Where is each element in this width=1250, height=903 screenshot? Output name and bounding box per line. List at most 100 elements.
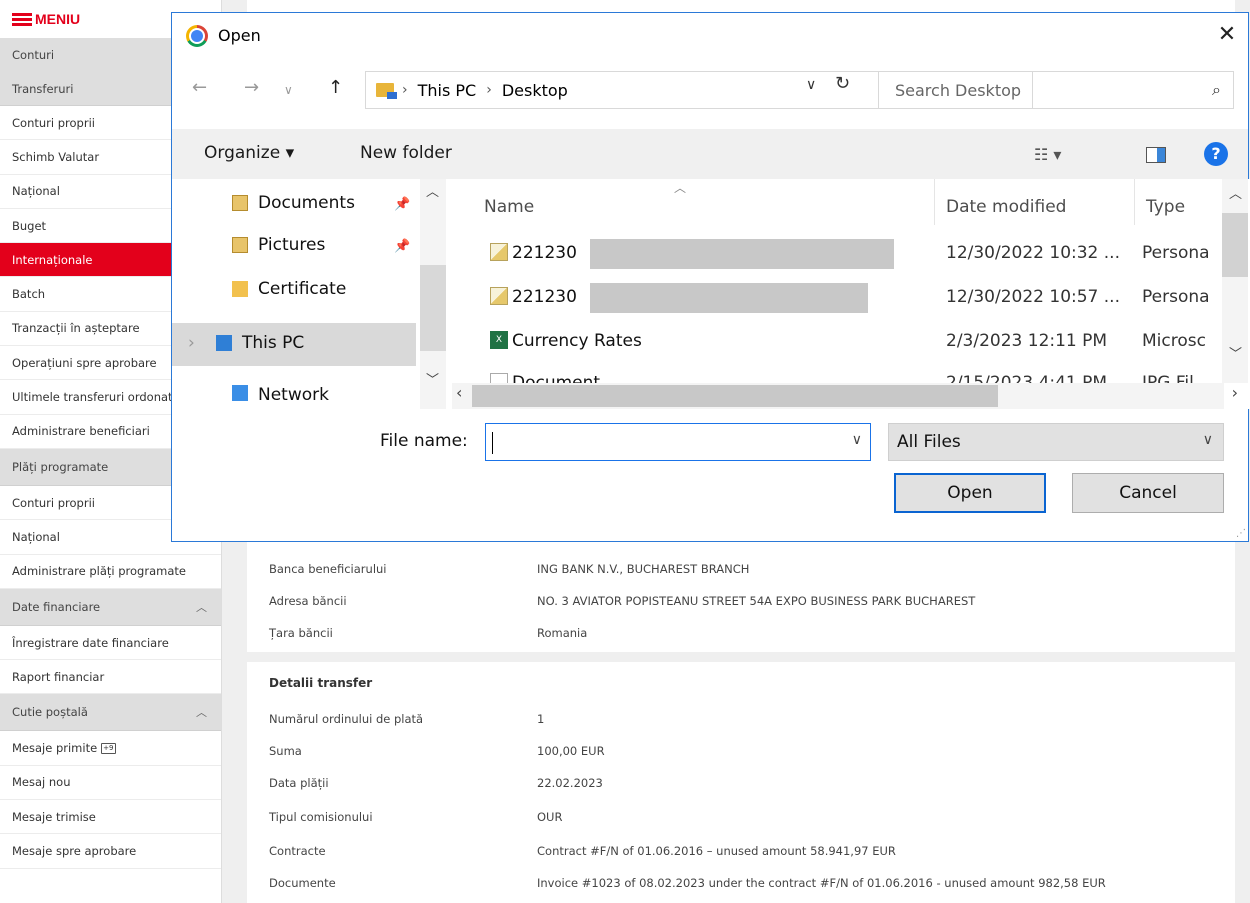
sidebar-item-raport[interactable]: Raport financiar [0,660,221,695]
detail-row: Data plății 22.02.2023 [269,776,603,790]
envelope-icon [490,243,508,261]
column-header-name[interactable]: Name [484,197,534,217]
nav-pane-scroll-thumb[interactable] [420,265,446,351]
view-options-icon[interactable]: ☷ ▾ [1034,145,1061,164]
documents-icon [232,195,248,211]
sidebar-item-mesaje-aprobare[interactable]: Mesaje spre aprobare [0,834,221,869]
file-list-scroll-thumb[interactable] [1222,213,1248,277]
search-input[interactable]: Search Desktop [895,81,1021,100]
dialog-title: Open [218,26,261,45]
transfer-details-card: Detalii transfer Numărul ordinului de pl… [247,662,1235,903]
sort-up-icon: ︿ [674,181,687,195]
nav-item-this-pc[interactable]: This PC [216,333,304,353]
chevron-up-icon: ︿ [196,600,207,614]
folder-icon [376,83,397,99]
organize-button[interactable]: Organize ▾ [204,143,294,163]
preview-pane-icon[interactable] [1146,147,1166,163]
file-type-select[interactable]: All Files ∨ [888,423,1224,461]
cancel-button[interactable]: Cancel [1072,473,1224,513]
file-list: ︿ Name Date modified Type 221230 12/30/2… [452,179,1250,409]
detail-row: Țara băncii Romania [269,626,588,640]
chevron-up-icon: ︿ [196,706,207,720]
detail-row: Numărul ordinului de plată 1 [269,712,545,726]
transfer-details-title: Detalii transfer [269,676,373,690]
scroll-left-icon[interactable]: ‹ [456,383,462,402]
address-dropdown-icon[interactable]: ∨ [806,77,816,93]
detail-row: Contracte Contract #F/N of 01.06.2016 – u… [269,844,896,858]
detail-row: Banca beneficiarului ING BANK N.V., BUCHA… [269,562,750,576]
column-divider[interactable] [934,179,935,225]
scroll-up-icon[interactable]: ︿ [426,181,439,200]
file-row[interactable]: Document 2/15/2023 4:41 PM JPG Fil [452,367,1232,383]
search-icon: ⌕ [1212,80,1221,99]
navigation-pane: Documents 📌 Pictures 📌 Certificate [172,179,446,409]
column-header-date[interactable]: Date modified [946,197,1066,217]
nav-item-documents[interactable]: Documents [232,193,355,213]
navigation-bar: ← → ∨ ↑ › This PC › Desktop Search Deskt… [172,71,1248,111]
chevron-down-icon: ∨ [1202,432,1213,448]
open-file-dialog: Open ✕ ← → ∨ ↑ › This PC › Desktop Searc… [171,12,1250,542]
scroll-right-icon[interactable]: › [1232,383,1238,402]
chevron-right-icon: › [402,82,408,98]
sidebar-item-mesaje-primite[interactable]: Mesaje primite +9 [0,731,221,766]
resize-grip-icon[interactable]: ⋰ [1236,528,1246,539]
excel-icon: X [490,331,508,349]
new-folder-button[interactable]: New folder [360,143,452,163]
nav-item-certificate[interactable]: Certificate [232,279,346,299]
search-box[interactable]: Search Desktop ⌕ [878,71,1234,109]
file-name-input[interactable]: ∨ [485,423,871,461]
recent-dropdown-icon[interactable]: ∨ [284,83,293,97]
text-caret [492,432,493,454]
detail-row: Suma 100,00 EUR [269,744,605,758]
file-icon [490,373,508,383]
this-pc-icon [216,335,232,351]
help-icon[interactable]: ? [1204,142,1228,166]
forward-arrow-icon[interactable]: → [244,77,259,98]
sidebar-item-mesaje-trimise[interactable]: Mesaje trimise [0,800,221,835]
scroll-up-icon[interactable]: ︿ [1229,183,1242,202]
sidebar-group-cutie[interactable]: Cutie poștală ︿ [0,694,221,732]
menu-label: MENIU [35,11,81,27]
nav-item-pictures[interactable]: Pictures [232,235,325,255]
breadcrumb-desktop[interactable]: Desktop [502,81,568,100]
inbox-badge: +9 [101,742,116,754]
dialog-toolbar: Organize ▾ New folder ☷ ▾ ? [172,129,1248,179]
sidebar-item-inregistrare[interactable]: Înregistrare date financiare [0,625,221,661]
pictures-icon [232,237,248,253]
detail-row: Tipul comisionului OUR [269,810,563,824]
redacted-filename [590,239,894,269]
pin-icon[interactable]: 📌 [394,239,410,254]
expand-chevron-icon[interactable]: › [188,333,195,353]
sidebar-item-mesaj-nou[interactable]: Mesaj nou [0,765,221,801]
envelope-icon [490,287,508,305]
close-icon[interactable]: ✕ [1212,21,1242,51]
pin-icon[interactable]: 📌 [394,197,410,212]
breadcrumb-this-pc[interactable]: This PC [418,81,477,100]
column-divider[interactable] [1134,179,1135,225]
refresh-icon[interactable]: ↻ [835,73,850,94]
dialog-titlebar: Open ✕ [172,13,1248,59]
scroll-down-icon[interactable]: ﹀ [426,369,439,388]
file-row[interactable]: X Currency Rates 2/3/2023 12:11 PM Micro… [452,325,1232,357]
network-icon [232,385,248,401]
nav-item-network[interactable]: Network [232,385,329,407]
open-button[interactable]: Open [894,473,1046,513]
chevron-right-icon: › [486,82,492,98]
chevron-down-icon[interactable]: ∨ [852,432,862,448]
file-name-label: File name: [380,431,468,451]
file-row[interactable]: 221230 12/30/2022 10:57 ... Persona [452,281,1232,313]
up-arrow-icon[interactable]: ↑ [328,77,343,98]
column-header-type[interactable]: Type [1146,197,1185,217]
detail-row: Adresa băncii NO. 3 AVIATOR POPISTEANU ST… [269,594,976,608]
file-row[interactable]: 221230 12/30/2022 10:32 ... Persona [452,237,1232,269]
sidebar-item-platii-admin[interactable]: Administrare plăți programate [0,554,221,589]
scroll-down-icon[interactable]: ﹀ [1229,343,1242,362]
folder-icon [232,281,248,297]
detail-row: Documente Invoice #1023 of 08.02.2023 und… [269,876,1106,890]
sidebar-group-date[interactable]: Date financiare ︿ [0,588,221,626]
back-arrow-icon[interactable]: ← [192,77,207,98]
chrome-icon [186,25,208,47]
hamburger-icon [12,11,32,28]
horizontal-scroll-thumb[interactable] [472,385,998,407]
redacted-filename [590,283,868,313]
